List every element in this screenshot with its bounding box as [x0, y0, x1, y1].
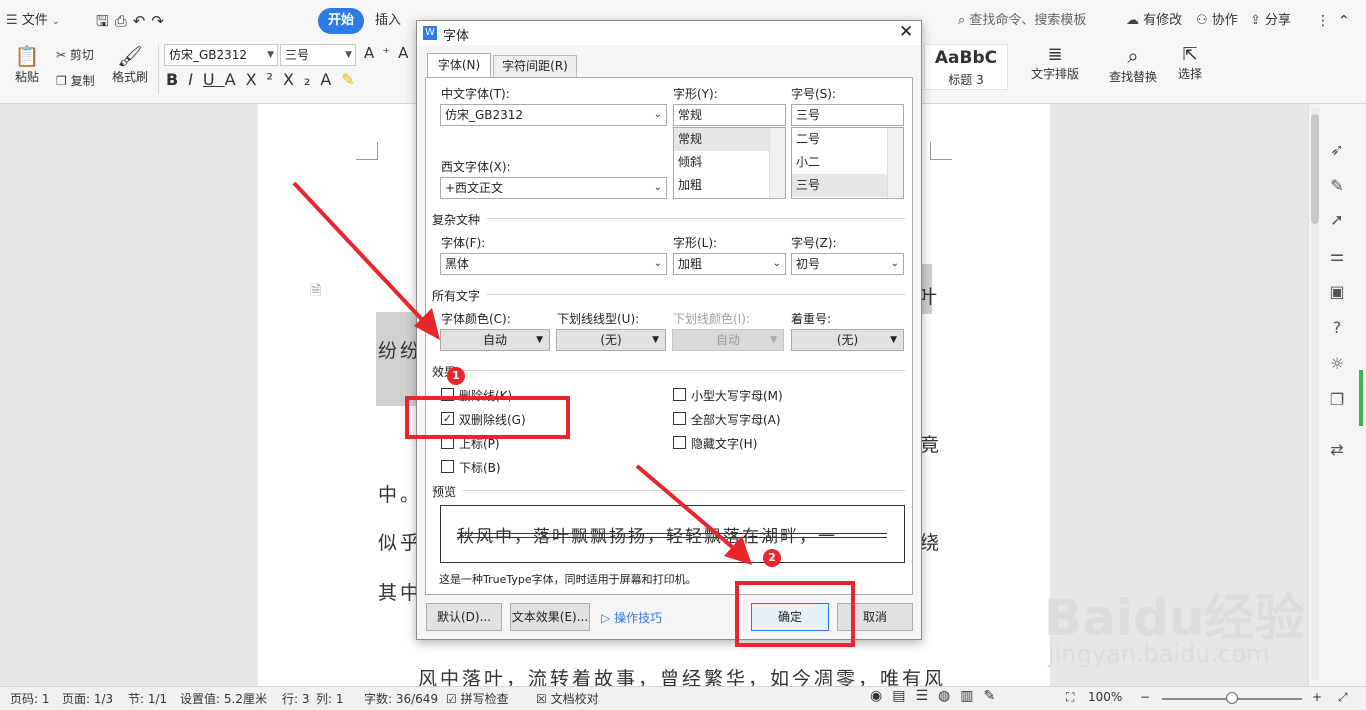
highlight-box-double-strikethrough	[405, 396, 570, 439]
annotation-arrow-1	[292, 181, 430, 328]
step-badge-2: 2	[763, 549, 781, 567]
annotation-arrow-2	[635, 464, 740, 554]
step-badge-1: 1	[447, 367, 465, 385]
annotation-arrowhead-2	[724, 536, 752, 565]
annotation-arrows	[292, 181, 752, 565]
highlight-box-ok	[735, 581, 855, 647]
